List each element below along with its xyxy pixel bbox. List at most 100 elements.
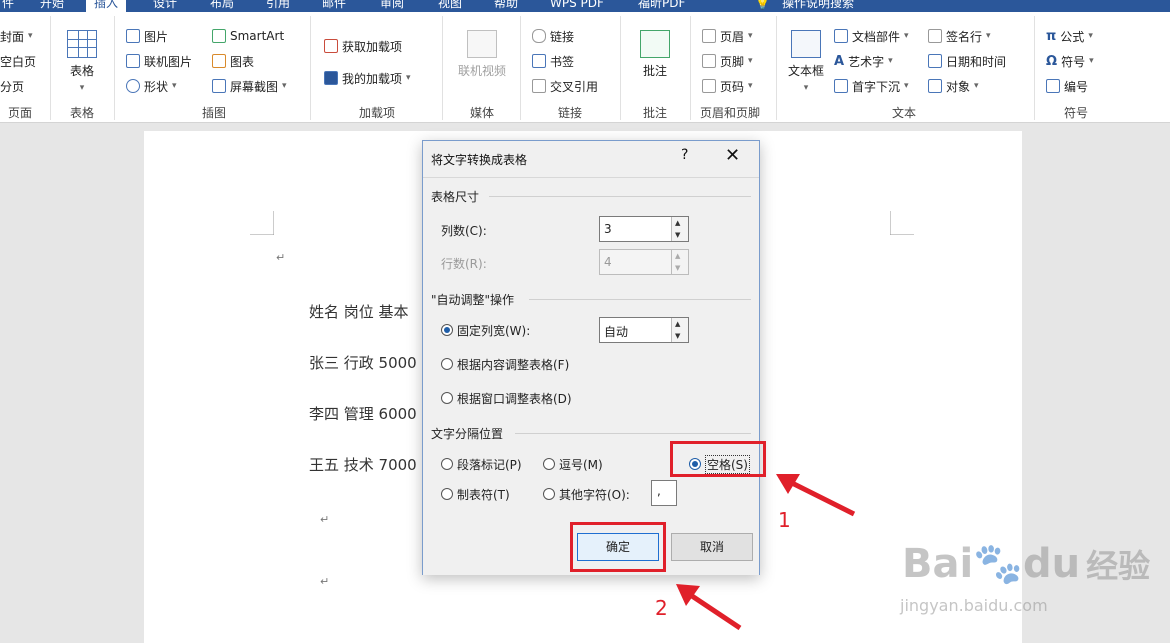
watermark-url: jingyan.baidu.com bbox=[900, 596, 1048, 615]
textbox-button[interactable]: 文本框 ▾ bbox=[784, 30, 828, 93]
quick-parts-button[interactable]: 文档部件 ▾ bbox=[834, 26, 909, 46]
other-character-radio[interactable]: 其他字符(O): bbox=[543, 485, 630, 503]
help-button[interactable]: ? bbox=[681, 147, 688, 163]
tab-mailings[interactable]: 邮件 bbox=[322, 0, 346, 12]
tell-me-search[interactable]: 操作说明搜索 bbox=[782, 0, 854, 12]
calendar-icon bbox=[928, 54, 942, 68]
paragraph-mark: ↵ bbox=[320, 513, 330, 526]
ribbon-insert: 封面 ▾ 空白页 分页 页面 表格 ▾ 表格 图片 联机图片 形状 ▾ SmartAr… bbox=[0, 12, 1170, 123]
group-label-symbols: 符号 bbox=[1063, 106, 1088, 120]
screenshot-button[interactable]: 屏幕截图 ▾ bbox=[212, 76, 287, 96]
group-label-pages: 页面 bbox=[7, 106, 32, 120]
other-character-input[interactable]: , bbox=[651, 480, 677, 506]
columns-label: 列数(C): bbox=[441, 224, 487, 238]
section-divider bbox=[529, 299, 751, 300]
group-separator bbox=[114, 16, 115, 120]
autofit-window-radio[interactable]: 根据窗口调整表格(D) bbox=[441, 389, 572, 407]
pictures-button[interactable]: 图片 bbox=[126, 26, 168, 46]
baidu-watermark-logo: Bai🐾du 经验 bbox=[902, 541, 1151, 587]
commas-radio[interactable]: 逗号(M) bbox=[543, 455, 603, 473]
dialog-title: 将文字转换成表格 bbox=[431, 153, 528, 167]
page-break-button[interactable]: 分页 bbox=[0, 76, 24, 96]
rows-label: 行数(R): bbox=[441, 257, 487, 271]
tab-review[interactable]: 审阅 bbox=[380, 0, 404, 12]
group-separator bbox=[310, 16, 311, 120]
wordart-button[interactable]: A 艺术字 ▾ bbox=[834, 51, 893, 71]
group-separator bbox=[776, 16, 777, 120]
tab-layout[interactable]: 布局 bbox=[210, 0, 234, 12]
tab-view[interactable]: 视图 bbox=[438, 0, 462, 12]
tabs-radio[interactable]: 制表符(T) bbox=[441, 485, 510, 503]
comment-icon bbox=[640, 30, 670, 58]
shapes-button[interactable]: 形状 ▾ bbox=[126, 76, 177, 96]
date-time-button[interactable]: 日期和时间 bbox=[928, 51, 1006, 71]
columns-spinner[interactable]: 3 ▲ ▼ bbox=[599, 216, 689, 242]
store-icon bbox=[324, 39, 338, 53]
blank-page-button[interactable]: 空白页 bbox=[0, 51, 36, 71]
textbox-icon bbox=[791, 30, 821, 58]
group-label-links: 链接 bbox=[557, 106, 582, 120]
paragraph-marks-radio[interactable]: 段落标记(P) bbox=[441, 455, 522, 473]
highlight-box-ok-button bbox=[570, 522, 666, 572]
drop-cap-button[interactable]: 首字下沉 ▾ bbox=[834, 76, 909, 96]
group-separator bbox=[690, 16, 691, 120]
online-video-button[interactable]: 联机视频 bbox=[454, 30, 510, 79]
cover-page-button[interactable]: 封面 ▾ bbox=[0, 26, 33, 46]
object-button[interactable]: 对象 ▾ bbox=[928, 76, 979, 96]
cross-reference-button[interactable]: 交叉引用 bbox=[532, 76, 598, 96]
group-label-illustrations: 插图 bbox=[201, 106, 226, 120]
addins-icon bbox=[324, 71, 338, 85]
link-button[interactable]: 链接 bbox=[532, 26, 574, 46]
crop-mark-top-right bbox=[890, 211, 914, 235]
table-icon bbox=[67, 30, 97, 58]
header-icon bbox=[702, 29, 716, 43]
symbol-button[interactable]: Ω 符号 ▾ bbox=[1046, 51, 1094, 71]
tab-wps-pdf[interactable]: WPS PDF bbox=[550, 0, 604, 12]
my-addins-button[interactable]: 我的加载项 ▾ bbox=[324, 68, 411, 88]
tab-home[interactable]: 开始 bbox=[40, 0, 64, 12]
rows-spinner: 4 ▲ ▼ bbox=[599, 249, 689, 275]
footer-button[interactable]: 页脚 ▾ bbox=[702, 51, 753, 71]
equation-button[interactable]: π 公式 ▾ bbox=[1046, 26, 1093, 46]
paragraph-mark: ↵ bbox=[320, 575, 330, 588]
spinner-arrows[interactable]: ▲ ▼ bbox=[671, 318, 688, 342]
close-icon[interactable]: ✕ bbox=[725, 145, 740, 166]
smartart-button[interactable]: SmartArt bbox=[212, 26, 284, 46]
page-number-button[interactable]: 页码 ▾ bbox=[702, 76, 753, 96]
online-picture-icon bbox=[126, 54, 140, 68]
signature-line-button[interactable]: 签名行 ▾ bbox=[928, 26, 991, 46]
header-button[interactable]: 页眉 ▾ bbox=[702, 26, 753, 46]
quick-parts-icon bbox=[834, 29, 848, 43]
tab-foxit-pdf[interactable]: 福昕PDF bbox=[638, 0, 685, 12]
chart-button[interactable]: 图表 bbox=[212, 51, 254, 71]
highlight-box-space-option bbox=[670, 441, 766, 477]
group-label-header-footer: 页眉和页脚 bbox=[699, 106, 760, 120]
shapes-icon bbox=[126, 79, 140, 93]
cross-reference-icon bbox=[532, 79, 546, 93]
online-pictures-button[interactable]: 联机图片 bbox=[126, 51, 192, 71]
fixed-width-spinner[interactable]: 自动 ▲ ▼ bbox=[599, 317, 689, 343]
tab-insert[interactable]: 插入 bbox=[86, 0, 127, 12]
group-label-comments: 批注 bbox=[642, 106, 667, 120]
numbering-icon bbox=[1046, 79, 1060, 93]
crop-mark-top-left bbox=[250, 211, 274, 235]
table-button[interactable]: 表格 ▾ bbox=[60, 30, 104, 93]
tab-design[interactable]: 设计 bbox=[153, 0, 177, 12]
fixed-column-width-radio[interactable]: 固定列宽(W): bbox=[441, 321, 530, 339]
autofit-content-radio[interactable]: 根据内容调整表格(F) bbox=[441, 355, 569, 373]
screenshot-icon bbox=[212, 79, 226, 93]
group-separator bbox=[520, 16, 521, 120]
doc-line-header: 姓名 岗位 基本 bbox=[309, 303, 409, 321]
tab-file[interactable]: 件 bbox=[2, 0, 14, 12]
tab-help[interactable]: 帮助 bbox=[494, 0, 518, 12]
group-label-addins: 加载项 bbox=[358, 106, 395, 120]
cancel-button[interactable]: 取消 bbox=[671, 533, 753, 561]
lightbulb-icon: 💡 bbox=[755, 0, 770, 10]
tab-references[interactable]: 引用 bbox=[266, 0, 290, 12]
spinner-arrows[interactable]: ▲ ▼ bbox=[671, 217, 688, 241]
bookmark-button[interactable]: 书签 bbox=[532, 51, 574, 71]
section-separator: 文字分隔位置 bbox=[431, 427, 504, 441]
get-addins-button[interactable]: 获取加载项 bbox=[324, 36, 402, 56]
comment-button[interactable]: 批注 bbox=[632, 30, 678, 79]
numbering-button[interactable]: 编号 bbox=[1046, 76, 1088, 96]
